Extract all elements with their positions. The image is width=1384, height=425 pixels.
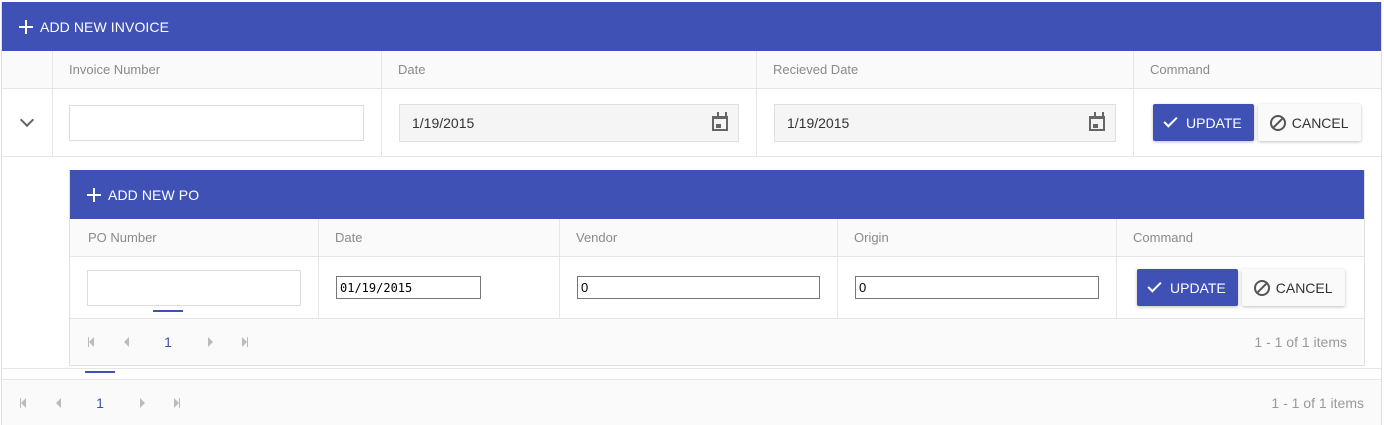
prev-page-icon[interactable] (50, 395, 66, 411)
origin-cell: 0 (837, 257, 1116, 318)
page-number-current[interactable]: 1 (85, 370, 115, 411)
column-header-invoice-number[interactable]: Invoice Number (52, 51, 381, 88)
invoice-number-input[interactable] (69, 104, 364, 141)
detail-row: ADD NEW PO PO Number Date Vendor Origin … (2, 157, 1381, 369)
date-cell: 1/19/2015 (381, 89, 756, 156)
po-grid-pager: 1 1 - 1 of 1 items (70, 310, 1364, 365)
vendor-cell: 0 (559, 257, 837, 318)
received-date-value: 1/19/2015 (787, 114, 850, 131)
calendar-icon[interactable] (712, 111, 728, 131)
command-cell: UPDATE CANCEL (1133, 89, 1381, 156)
po-update-button[interactable]: UPDATE (1137, 269, 1238, 306)
po-date-input[interactable]: 01/19/2015 (336, 276, 481, 299)
plus-icon (87, 187, 101, 202)
column-header-date[interactable]: Date (381, 51, 756, 88)
last-page-icon[interactable] (237, 334, 253, 350)
po-number-cell (70, 257, 318, 318)
column-header-command: Command (1133, 51, 1381, 88)
expand-column-header (2, 51, 52, 88)
invoice-grid: ADD NEW INVOICE Invoice Number Date Reci… (1, 2, 1382, 425)
column-header-label: Date (335, 230, 363, 245)
po-cancel-button[interactable]: CANCEL (1241, 269, 1345, 306)
page-number-current[interactable]: 1 (153, 310, 183, 350)
column-header-label: PO Number (88, 230, 157, 245)
column-header-label: Command (1150, 62, 1210, 77)
column-header-date[interactable]: Date (318, 219, 559, 256)
cancel-label: CANCEL (1291, 114, 1349, 131)
cancel-icon (1269, 114, 1286, 131)
column-header-label: Command (1133, 230, 1193, 245)
cancel-icon (1253, 279, 1270, 296)
pager-info: 1 - 1 of 1 items (1271, 394, 1364, 411)
next-page-icon[interactable] (202, 334, 218, 350)
po-date-cell: 01/19/2015 (318, 257, 559, 318)
column-header-label: Origin (854, 230, 889, 245)
column-header-label: Recieved Date (773, 62, 859, 77)
vendor-input[interactable]: 0 (577, 276, 820, 299)
invoice-grid-pager: 1 1 - 1 of 1 items (2, 370, 1381, 425)
calendar-icon[interactable] (1089, 111, 1105, 131)
date-picker[interactable]: 1/19/2015 (399, 103, 739, 142)
invoice-number-cell (52, 89, 381, 156)
invoice-grid-toolbar: ADD NEW INVOICE (2, 2, 1381, 51)
date-value: 1/19/2015 (412, 114, 475, 131)
received-date-cell: 1/19/2015 (756, 89, 1133, 156)
column-header-origin[interactable]: Origin (837, 219, 1116, 256)
invoice-grid-header: Invoice Number Date Recieved Date Comman… (2, 51, 1381, 89)
po-grid-toolbar: ADD NEW PO (70, 170, 1364, 219)
prev-page-icon[interactable] (118, 334, 134, 350)
po-edit-row: 01/19/2015 0 0 UPDATE CANCEL (70, 257, 1364, 319)
check-icon (1163, 112, 1178, 128)
column-header-label: Invoice Number (69, 62, 161, 77)
chevron-down-icon[interactable] (19, 112, 35, 127)
invoice-edit-row: 1/19/2015 1/19/2015 UPDATE CANCEL (2, 89, 1381, 157)
column-header-received-date[interactable]: Recieved Date (756, 51, 1133, 88)
plus-icon (19, 19, 33, 34)
column-header-po-number[interactable]: PO Number (70, 219, 318, 256)
column-header-command: Command (1116, 219, 1364, 256)
first-page-icon[interactable] (83, 334, 99, 350)
column-header-label: Date (398, 62, 426, 77)
column-header-label: Vendor (576, 230, 618, 245)
add-new-po-button[interactable]: ADD NEW PO (70, 170, 199, 219)
origin-input[interactable]: 0 (855, 276, 1099, 299)
add-new-invoice-label: ADD NEW INVOICE (40, 18, 170, 35)
pager-info: 1 - 1 of 1 items (1254, 334, 1347, 350)
po-cancel-label: CANCEL (1275, 279, 1333, 296)
po-grid: ADD NEW PO PO Number Date Vendor Origin … (69, 170, 1365, 366)
po-number-input[interactable] (87, 269, 301, 306)
po-command-cell: UPDATE CANCEL (1116, 257, 1364, 318)
add-new-invoice-button[interactable]: ADD NEW INVOICE (2, 2, 169, 51)
received-date-picker[interactable]: 1/19/2015 (774, 103, 1116, 142)
first-page-icon[interactable] (15, 395, 31, 411)
update-label: UPDATE (1186, 114, 1242, 131)
last-page-icon[interactable] (169, 395, 185, 411)
add-new-po-label: ADD NEW PO (108, 186, 200, 203)
expand-toggle-cell[interactable] (2, 89, 52, 156)
column-header-vendor[interactable]: Vendor (559, 219, 837, 256)
update-button[interactable]: UPDATE (1153, 104, 1254, 141)
check-icon (1147, 277, 1162, 293)
cancel-button[interactable]: CANCEL (1257, 104, 1361, 141)
next-page-icon[interactable] (134, 395, 150, 411)
po-update-label: UPDATE (1170, 279, 1226, 296)
po-grid-header: PO Number Date Vendor Origin Command (70, 219, 1364, 257)
